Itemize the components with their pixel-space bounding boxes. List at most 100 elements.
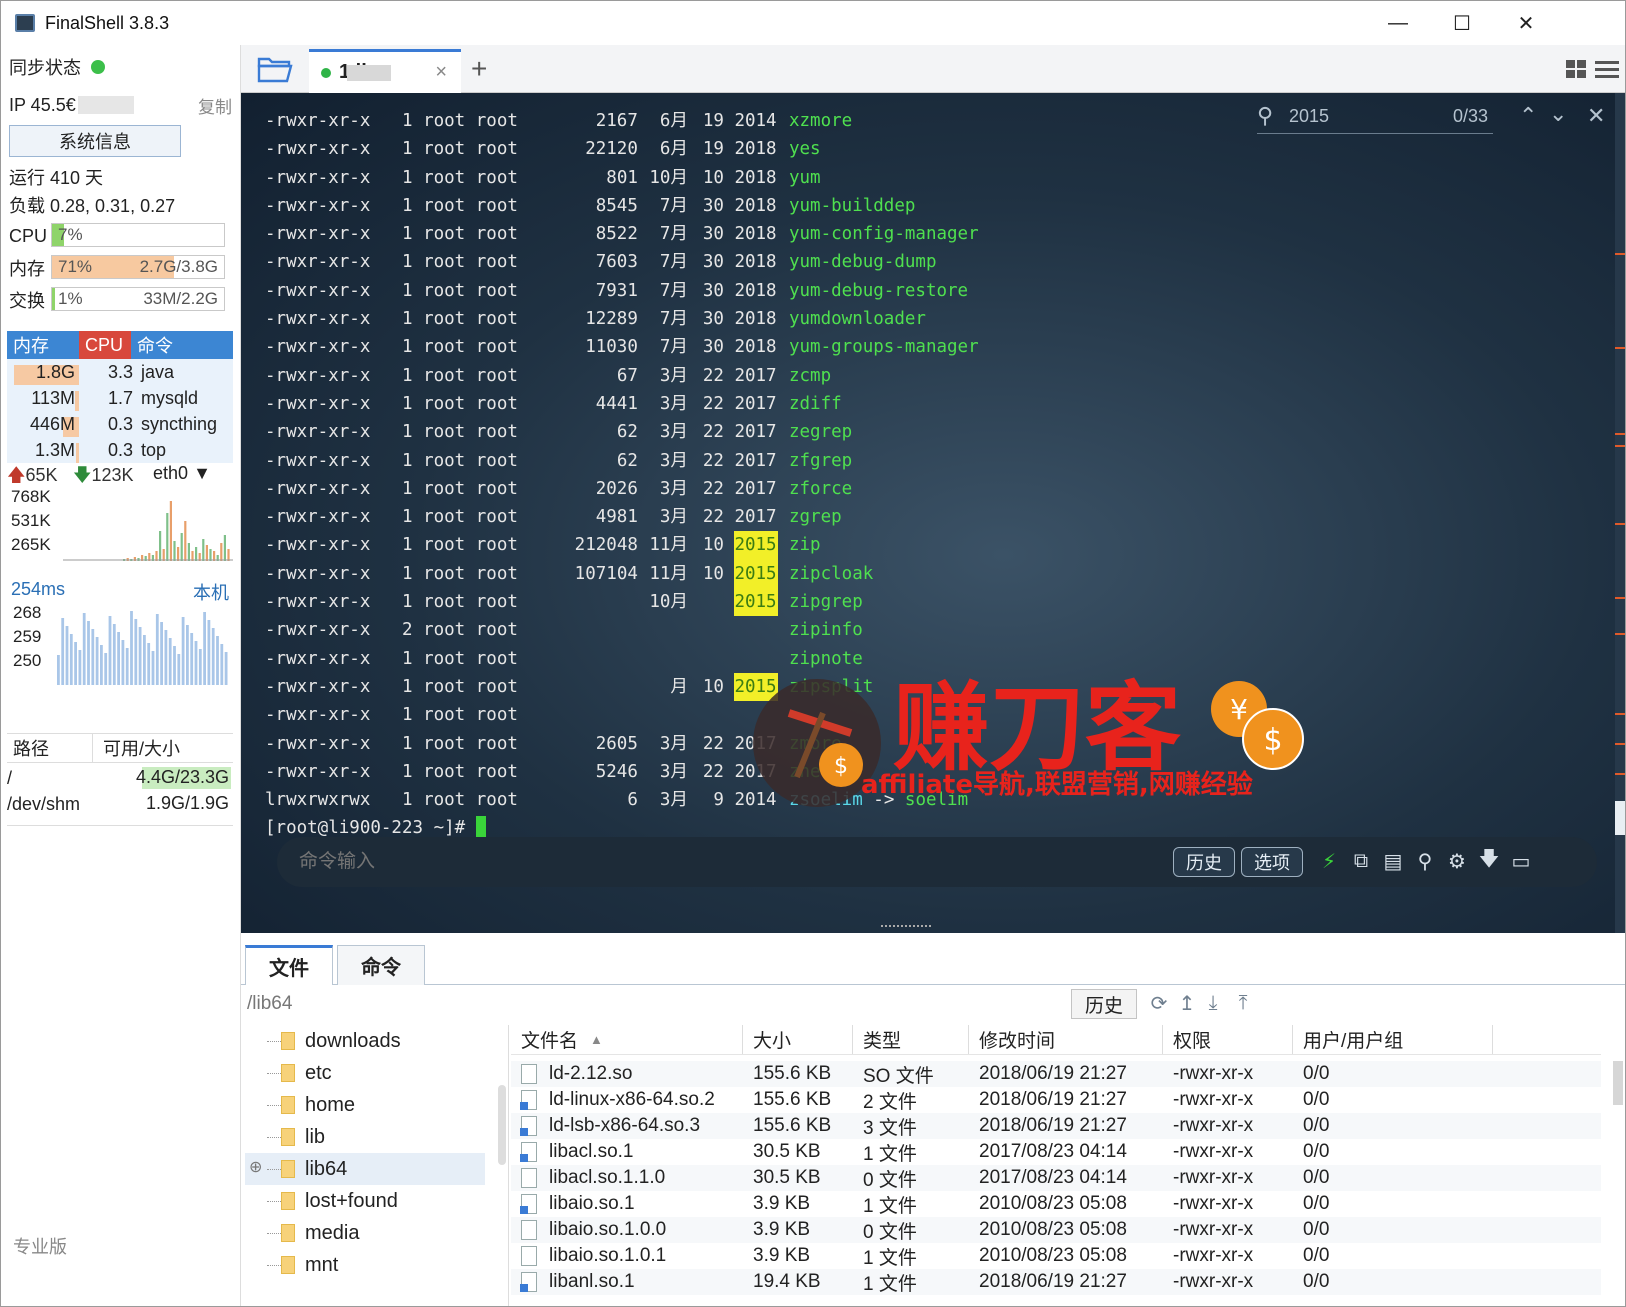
tree-expand-icon[interactable]: ⊕ — [249, 1157, 262, 1177]
path-input[interactable] — [247, 991, 1027, 1017]
net-chart-bar — [159, 531, 162, 561]
tab-files[interactable]: 文件 — [245, 945, 333, 985]
menu-icon[interactable] — [1595, 59, 1619, 79]
terminal-scroll-thumb[interactable] — [1615, 801, 1625, 835]
ping-target[interactable]: 本机 — [193, 579, 229, 605]
line-month: 7月 — [659, 280, 688, 301]
file-owner-cell: 0/0 — [1293, 1219, 1493, 1241]
minimize-button[interactable]: — — [1366, 1, 1430, 45]
add-tab-button[interactable]: + — [471, 53, 487, 85]
paste-icon[interactable]: ▤ — [1381, 849, 1405, 873]
command-input[interactable] — [299, 849, 999, 875]
close-window-button[interactable]: ✕ — [1494, 1, 1558, 45]
options-button[interactable]: 选项 — [1241, 847, 1303, 877]
history-button[interactable]: 历史 — [1173, 847, 1235, 877]
disk-row[interactable]: / 4.4G/23.3G — [7, 765, 233, 791]
file-row[interactable]: ld-lsb-x86-64.so.3 155.6 KB 3 文件 2018/06/19… — [511, 1113, 1601, 1139]
tree-item[interactable]: media — [245, 1217, 485, 1249]
tree-item[interactable]: mnt — [245, 1249, 485, 1281]
system-info-button[interactable]: 系统信息 — [9, 125, 181, 157]
tree-item[interactable]: home — [245, 1089, 485, 1121]
file-list-scrollbar[interactable] — [1613, 1061, 1623, 1105]
download-arrow-icon[interactable]: 🡇 — [1477, 848, 1501, 873]
line-month: 3月 — [659, 450, 688, 471]
process-row[interactable]: 1.8G 3.3 java — [7, 359, 233, 385]
file-row[interactable]: libacl.so.1.1.0 30.5 KB 0 文件 2017/08/23 04:… — [511, 1165, 1601, 1191]
line-size: 2605 — [595, 733, 638, 754]
tree-item[interactable]: etc — [245, 1057, 485, 1089]
disk-header-size[interactable]: 可用/大小 — [93, 734, 233, 762]
search-prev-icon[interactable]: ⌃ — [1519, 103, 1537, 129]
search-next-icon[interactable]: ⌄ — [1549, 101, 1567, 127]
disk-header-path[interactable]: 路径 — [7, 734, 93, 762]
tab-commands[interactable]: 命令 — [337, 945, 425, 985]
file-row[interactable]: libaio.so.1.0.0 3.9 KB 0 文件 2010/08/23 05:0… — [511, 1217, 1601, 1243]
tree-item[interactable]: lib — [245, 1121, 485, 1153]
file-row[interactable]: ld-linux-x86-64.so.2 155.6 KB 2 文件 2018/06/… — [511, 1087, 1601, 1113]
process-row[interactable]: 113M 1.7 mysqld — [7, 385, 233, 411]
file-header-col[interactable]: 修改时间 — [969, 1025, 1163, 1054]
search-close-icon[interactable]: ✕ — [1587, 103, 1605, 129]
terminal-scrollbar[interactable] — [1615, 93, 1625, 933]
file-owner: 0/0 — [1303, 1115, 1330, 1136]
file-header-col[interactable]: 权限 — [1163, 1025, 1293, 1054]
tree-item[interactable]: downloads — [245, 1025, 485, 1057]
refresh-icon[interactable]: ⟳ — [1147, 991, 1171, 1015]
edition-label: 专业版 — [13, 1237, 67, 1257]
tree-scrollbar[interactable] — [498, 1085, 506, 1165]
command-input-bar: 历史 选项 ⚡ ⧉ ▤ ⚲ ⚙ 🡇 ▭ — [277, 837, 1597, 887]
proc-header-mem[interactable]: 内存 — [7, 331, 79, 359]
tree-item-label: downloads — [305, 1029, 401, 1052]
line-day: 10 — [702, 563, 724, 584]
symlink-file-icon — [520, 1194, 537, 1214]
splitter-handle[interactable] — [881, 925, 931, 927]
terminal-line: -rwxr-xr-x 1 root root 212048 11月 10 2015 z… — [265, 531, 979, 560]
file-header-col[interactable]: 类型 — [853, 1025, 969, 1054]
file-row[interactable]: libacl.so.1 30.5 KB 1 文件 2017/08/23 04:14 -r… — [511, 1139, 1601, 1165]
line-permissions: -rwxr-xr-x — [265, 195, 371, 216]
line-owner: root root — [423, 790, 518, 811]
file-owner: 0/0 — [1303, 1193, 1330, 1214]
file-row[interactable]: libanl.so.1 19.4 KB 1 文件 2018/06/19 21:27 -r… — [511, 1269, 1601, 1295]
line-size: 2026 — [595, 478, 638, 499]
terminal-panel[interactable]: -rwxr-xr-x 1 root root 2167 6月 19 2014 xzmo… — [241, 93, 1625, 933]
disk-size-value: 1.9G/1.9G — [145, 793, 229, 813]
proc-header-cmd[interactable]: 命令 — [131, 331, 233, 359]
file-header-col[interactable]: 文件名 ▲ — [511, 1025, 743, 1054]
proc-header-cpu[interactable]: CPU — [79, 331, 131, 359]
file-row[interactable]: libaio.so.1 3.9 KB 1 文件 2010/08/23 05:08 -rw… — [511, 1191, 1601, 1217]
file-row[interactable]: ld-2.12.so 155.6 KB SO 文件 2018/06/19 21:27 -… — [511, 1061, 1601, 1087]
lightning-icon[interactable]: ⚡ — [1317, 849, 1341, 873]
line-filename: yum-debug-restore — [788, 280, 969, 301]
search-query[interactable]: 2015 — [1289, 106, 1329, 127]
tree-item[interactable]: lost+found — [245, 1185, 485, 1217]
close-tab-icon[interactable]: × — [435, 61, 447, 84]
open-folder-icon[interactable] — [257, 55, 293, 83]
file-header-col[interactable]: 大小 — [743, 1025, 853, 1054]
search-icon[interactable]: ⚲ — [1413, 849, 1437, 873]
line-permissions: -rwxr-xr-x — [265, 393, 371, 414]
disk-row[interactable]: /dev/shm 1.9G/1.9G — [7, 791, 233, 817]
file-header-col[interactable]: 用户/用户组 — [1293, 1025, 1493, 1054]
path-history-button[interactable]: 历史 — [1071, 989, 1137, 1019]
upload-icon[interactable]: ⤒ — [1231, 991, 1255, 1015]
copy-ip-link[interactable]: 复制 — [198, 93, 232, 118]
parent-dir-icon[interactable]: ↥ — [1175, 991, 1199, 1015]
maximize-button[interactable]: ☐ — [1430, 1, 1494, 45]
file-size-cell: 3.9 KB — [743, 1245, 853, 1267]
file-row[interactable]: libaio.so.1.0.1 3.9 KB 1 文件 2010/08/23 05:0… — [511, 1243, 1601, 1269]
connected-dot-icon — [321, 67, 331, 78]
file-type: 3 文件 — [863, 1117, 917, 1139]
grid-view-icon[interactable] — [1565, 59, 1587, 79]
gear-icon[interactable]: ⚙ — [1445, 849, 1469, 873]
download-icon[interactable]: ⤓ — [1201, 991, 1225, 1015]
net-interface-select[interactable]: eth0 ▼ — [153, 463, 211, 484]
process-row[interactable]: 446M 0.3 syncthing — [7, 411, 233, 437]
folder-icon — [281, 1160, 295, 1178]
session-tab[interactable]: 1 li × — [309, 49, 461, 93]
process-row[interactable]: 1.3M 0.3 top — [7, 437, 233, 463]
ping-chart-bar — [74, 642, 77, 685]
fullscreen-icon[interactable]: ▭ — [1509, 849, 1533, 873]
copy-icon[interactable]: ⧉ — [1349, 849, 1373, 873]
tree-item[interactable]: ⊕ lib64 — [245, 1153, 485, 1185]
